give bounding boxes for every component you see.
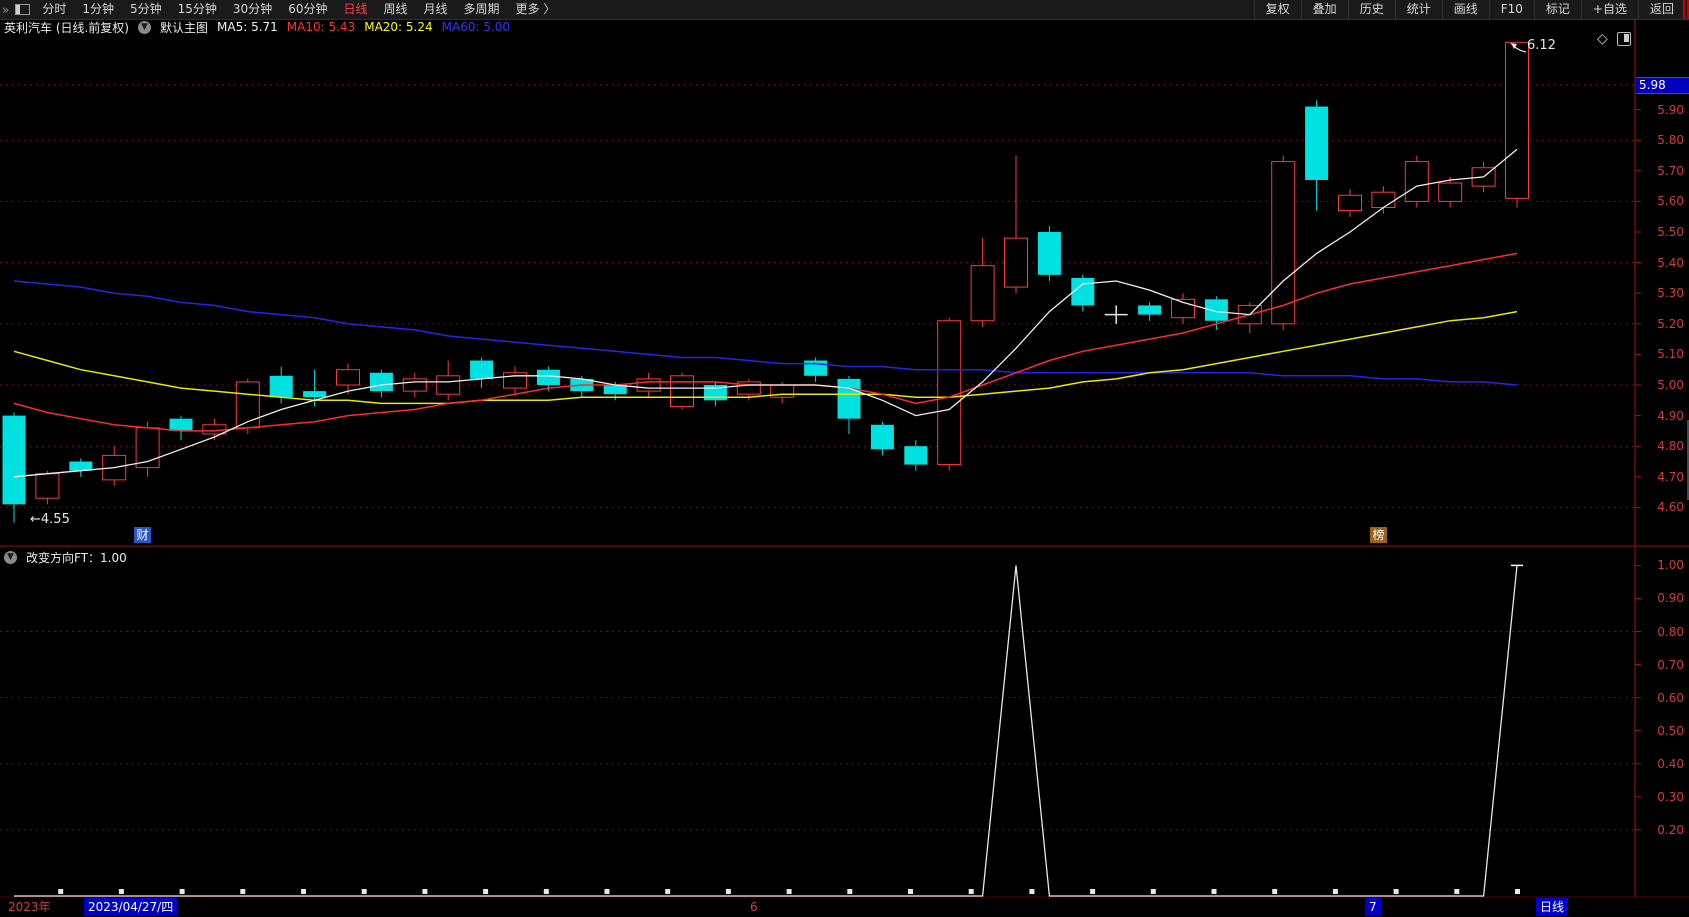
month-label-7: 7 — [1365, 898, 1381, 916]
price-axis-label: 5.60 — [1657, 194, 1684, 209]
diamond-marker-icon[interactable]: ◇ — [1597, 31, 1608, 47]
price-axis-label: 5.90 — [1657, 102, 1684, 117]
indicator-line — [14, 564, 1523, 897]
indicator-axis-label: 0.60 — [1657, 690, 1684, 705]
price-axis-label: 5.80 — [1657, 133, 1684, 148]
indicator-axis-label: 0.50 — [1657, 723, 1684, 738]
indicator-title: 改变方向FT：1.00 — [26, 551, 127, 565]
candles — [2, 41, 1529, 523]
indicator-axis-label: 1.00 — [1657, 558, 1684, 573]
indicator-header: ▼ 改变方向FT：1.00 — [4, 549, 127, 566]
split-panel-icon[interactable] — [1616, 32, 1631, 46]
price-axis-label: 4.80 — [1657, 439, 1684, 454]
year-label: 2023年 — [8, 900, 51, 914]
event-badge-榜[interactable]: 榜 — [1370, 527, 1387, 543]
price-axis-label: 5.30 — [1657, 286, 1684, 301]
indicator-axis-label: 0.70 — [1657, 657, 1684, 672]
price-axis-label: 5.00 — [1657, 378, 1684, 392]
indicator-axis-label: 0.30 — [1657, 789, 1684, 804]
main-gridlines — [0, 84, 1635, 508]
price-axis-label: 4.90 — [1657, 408, 1684, 423]
price-axis-label: 5.10 — [1657, 347, 1684, 362]
axis-frame — [0, 0, 1689, 898]
chart-corner-tools: ◇ — [1597, 31, 1631, 47]
app-window: » 分时 1分钟 5分钟 15分钟 30分钟 60分钟 日线 周线 月线 多周期… — [0, 0, 1689, 917]
indicator-axis-label: 0.90 — [1657, 591, 1684, 606]
month-label-6: 6 — [750, 900, 758, 914]
high-price-annotation: 6.12 — [1527, 38, 1556, 53]
event-badge-财[interactable]: 财 — [134, 527, 151, 543]
chart-canvas[interactable] — [0, 0, 1689, 917]
period-tag[interactable]: 日线 — [1536, 898, 1569, 916]
price-axis-label: 4.60 — [1657, 500, 1684, 515]
price-axis-label: 5.70 — [1657, 163, 1684, 178]
price-axis-label: 5.50 — [1657, 225, 1684, 239]
last-price-tag: 5.98 — [1636, 77, 1689, 94]
chevron-down-icon[interactable]: ▼ — [4, 551, 17, 564]
date-axis: 2023年 2023/04/27/四 日线 6 7 — [0, 898, 1689, 917]
start-date-tag: 2023/04/27/四 — [84, 898, 178, 916]
price-axis-label: 5.20 — [1657, 316, 1684, 331]
low-price-annotation: ←4.55 — [30, 512, 70, 527]
price-axis-label: 5.40 — [1657, 255, 1684, 270]
indicator-gridlines — [0, 631, 1635, 831]
price-axis-label: 4.70 — [1657, 469, 1684, 484]
indicator-axis-label: 0.40 — [1657, 756, 1684, 771]
indicator-axis-label: 0.80 — [1657, 624, 1684, 639]
indicator-axis-label: 0.20 — [1657, 822, 1684, 837]
